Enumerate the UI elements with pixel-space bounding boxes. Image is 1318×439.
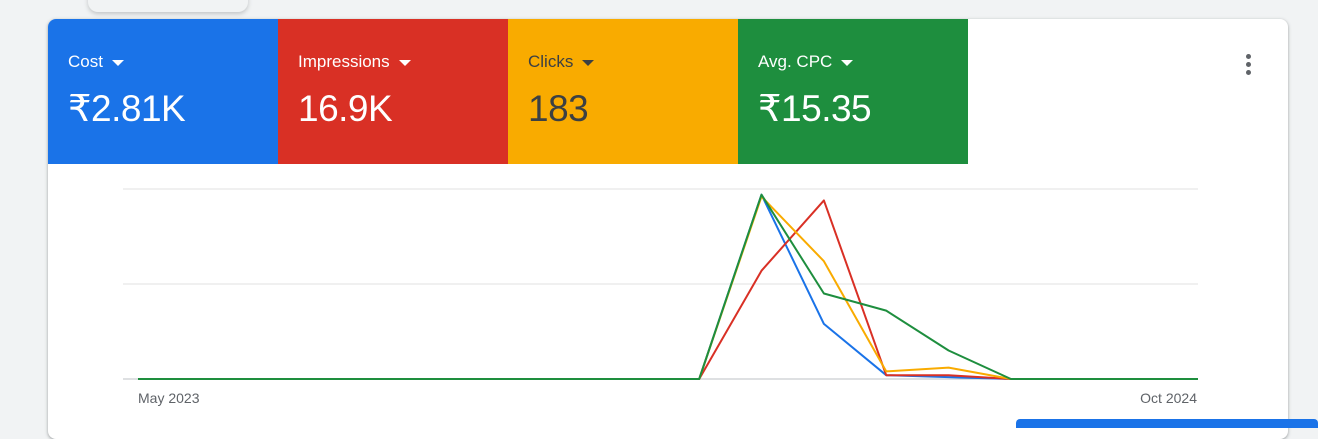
performance-card: Cost ₹2.81K Impressions 16.9K Clicks 183… <box>48 19 1288 439</box>
tab-shadow <box>88 0 248 12</box>
chart-gridlines <box>123 188 1198 380</box>
series-line-impressions <box>138 199 1198 380</box>
series-line-avg-cpc <box>138 193 1198 380</box>
floating-action-bar[interactable] <box>1016 419 1318 428</box>
x-axis-start-label: May 2023 <box>138 390 200 406</box>
x-axis-end-label: Oct 2024 <box>1140 390 1197 406</box>
chart-series <box>138 193 1198 380</box>
series-line-cost <box>138 193 1198 380</box>
series-line-clicks <box>138 195 1198 380</box>
performance-line-chart[interactable] <box>48 19 1288 419</box>
